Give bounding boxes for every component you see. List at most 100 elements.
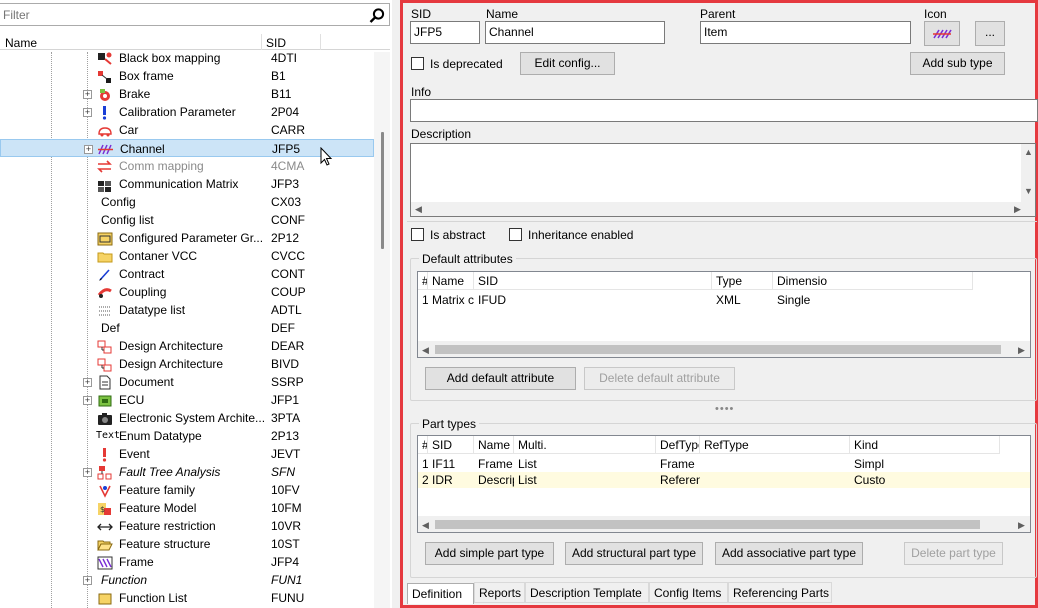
tree-row[interactable]: Comm mapping 4CMA [0,157,374,175]
parent-field[interactable]: Item [700,21,911,44]
tree-row[interactable]: Communication Matrix JFP3 [0,175,374,193]
search-icon[interactable] [368,7,386,25]
tree-row[interactable]: Frame JFP4 [0,553,374,571]
tree-row[interactable]: Feature structure 10ST [0,535,374,553]
tree-row[interactable]: Def DEF [0,319,374,337]
column-header[interactable]: SID [474,272,712,290]
column-header-name[interactable]: Name [5,36,37,50]
info-field[interactable] [410,99,1038,122]
tree-row[interactable]: + Document SSRP [0,373,374,391]
tree-row-label: ECU [119,393,145,407]
column-header[interactable]: # [418,272,428,290]
tree-row[interactable]: Design Architecture BIVD [0,355,374,373]
column-header[interactable]: RefType [700,436,850,454]
feature-model-icon: $ [98,503,111,515]
section-splitter-grip[interactable]: •••• [715,403,734,415]
tree-row-sid: CONF [271,213,305,227]
scroll-left-icon[interactable]: ◀ [422,520,429,531]
column-header[interactable]: Type [712,272,773,290]
tree-row[interactable]: Feature restriction 10VR [0,517,374,535]
column-header[interactable]: DefType [656,436,700,454]
deprecated-checkbox[interactable] [411,57,424,70]
tree-row[interactable]: Text Enum Datatype 2P13 [0,427,374,445]
delete-part-type-button[interactable]: Delete part type [904,542,1003,565]
column-header-sid[interactable]: SID [266,36,286,50]
tree-row[interactable]: Feature family 10FV [0,481,374,499]
description-field[interactable]: ▲ ▼ ◀ ▶ [410,143,1036,217]
default-attributes-scroll-thumb[interactable] [435,345,1001,354]
tree-row[interactable]: Datatype list ADTL [0,301,374,319]
expand-icon[interactable]: + [83,108,92,117]
tree-row[interactable]: Function List FUNU [0,589,374,607]
tree-row[interactable]: + Brake B11 [0,85,374,103]
delete-default-attribute-button[interactable]: Delete default attribute [584,367,735,390]
column-header[interactable]: SID [428,436,474,454]
tree-row[interactable]: Config CX03 [0,193,374,211]
column-header[interactable]: Name [474,436,514,454]
tree-scroll-thumb[interactable] [381,132,384,249]
add-simple-part-type-button[interactable]: Add simple part type [425,542,554,565]
add-structural-part-type-button[interactable]: Add structural part type [565,542,703,565]
expand-icon[interactable]: + [83,468,92,477]
scroll-up-icon[interactable]: ▲ [1024,147,1033,157]
inheritance-checkbox[interactable] [509,228,522,241]
expand-icon[interactable]: + [83,576,92,585]
tab-definition[interactable]: Definition [407,583,474,604]
tree-row[interactable]: Box frame B1 [0,67,374,85]
tree-row[interactable]: + Calibration Parameter 2P04 [0,103,374,121]
column-header[interactable]: # [418,436,428,454]
tree-row[interactable]: Config list CONF [0,211,374,229]
tab-referencing-parts[interactable]: Referencing Parts [728,582,832,603]
table-cell: Description Reference [478,473,514,487]
scroll-down-icon[interactable]: ▼ [1024,186,1033,196]
part-types-scroll-thumb[interactable] [435,520,980,529]
tab-config-items[interactable]: Config Items [649,582,728,603]
panel-splitter[interactable] [392,0,400,608]
add-sub-type-button[interactable]: Add sub type [910,52,1005,75]
scroll-right-icon[interactable]: ▶ [1014,204,1021,215]
deprecated-label: Is deprecated [430,57,503,71]
column-header[interactable]: Name [428,272,474,290]
tree-row[interactable]: Car CARR [0,121,374,139]
tree-row[interactable]: Electronic System Archite... 3PTA [0,409,374,427]
scroll-left-icon[interactable]: ◀ [415,204,422,215]
tree-row[interactable]: + Fault Tree Analysis SFN [0,463,374,481]
table-row[interactable]: 1 IF11 Frame List Frame Simpl [418,456,1030,472]
tree-row[interactable]: $ Feature Model 10FM [0,499,374,517]
tree-row[interactable]: Black box mapping 4DTI [0,49,374,67]
table-row[interactable]: 20000 IDR Description Reference List Referen… [418,472,1030,488]
name-field[interactable]: Channel [485,21,665,44]
tree-row[interactable]: Contract CONT [0,265,374,283]
table-row[interactable]: 1 Matrix configuration IFUD XML Single [418,292,1030,308]
scroll-right-icon[interactable]: ▶ [1018,520,1025,531]
column-header[interactable]: Multi. [514,436,656,454]
icon-button[interactable] [924,21,960,46]
expand-icon[interactable]: + [84,145,93,154]
add-default-attribute-button[interactable]: Add default attribute [425,367,576,390]
tree-row[interactable]: + Function FUN1 [0,571,374,589]
expand-icon[interactable]: + [83,90,92,99]
tree-row[interactable]: + Channel JFP5 [0,139,374,157]
tree-row[interactable]: Event JEVT [0,445,374,463]
scroll-right-icon[interactable]: ▶ [1018,345,1025,356]
sid-field[interactable]: JFP5 [410,21,480,44]
add-associative-part-type-button[interactable]: Add associative part type [715,542,863,565]
browse-icon-button[interactable]: ... [975,21,1005,46]
description-horizontal-scrollbar[interactable] [411,202,1035,216]
tab-description-template[interactable]: Description Template [525,582,649,603]
expand-icon[interactable]: + [83,396,92,405]
tree-row[interactable]: Coupling COUP [0,283,374,301]
tree-row[interactable]: Design Architecture DEAR [0,337,374,355]
filter-input[interactable] [0,3,390,26]
tree-row[interactable]: Configured Parameter Gr... 2P12 [0,229,374,247]
tree-row-label: Config list [101,213,154,227]
column-header[interactable]: Kind [850,436,1000,454]
expand-icon[interactable]: + [83,378,92,387]
abstract-checkbox[interactable] [411,228,424,241]
tree-row[interactable]: Contaner VCC CVCC [0,247,374,265]
tree-row[interactable]: + ECU JFP1 [0,391,374,409]
column-header[interactable]: Dimensio [773,272,973,290]
edit-config-button[interactable]: Edit config... [520,52,615,75]
scroll-left-icon[interactable]: ◀ [422,345,429,356]
tab-reports[interactable]: Reports [474,582,525,603]
